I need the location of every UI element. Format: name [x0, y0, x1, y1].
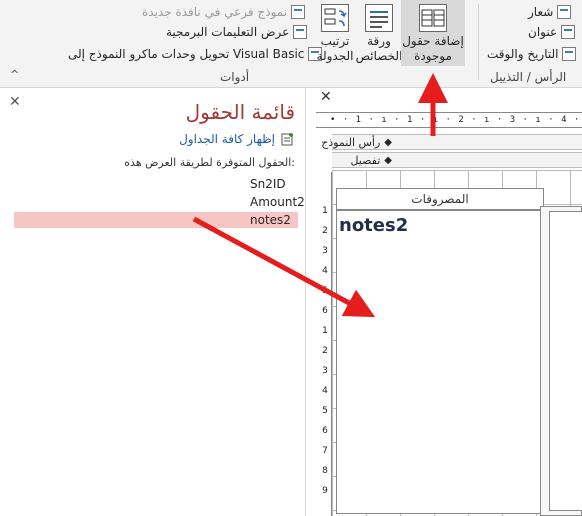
- property-sheet-icon: [365, 4, 393, 32]
- horizontal-ruler: • · 1 · ı · 1 · ı · 2 · ı · 3 · ı · 4 · …: [316, 112, 582, 128]
- detail-section-bar[interactable]: تفصيل ◆: [332, 152, 582, 168]
- add-existing-fields-button[interactable]: إضافة حقول موجودة: [401, 0, 465, 66]
- vertical-ruler-tick: 4: [322, 266, 328, 276]
- view-code-label: عرض التعليمات البرمجية: [166, 25, 290, 39]
- logo-button[interactable]: شعار: [528, 2, 572, 22]
- form-header-section-bar[interactable]: رأس النموذج ◆: [321, 134, 582, 150]
- form-designer: ✕ • · 1 · ı · 1 · ı · 2 · ı · 3 · ı · 4 …: [312, 88, 582, 516]
- subform-control[interactable]: [540, 206, 582, 516]
- tab-order-button[interactable]: ترتيب الجدولة: [312, 0, 358, 66]
- calendar-icon: [562, 47, 577, 61]
- vertical-ruler-tick: 4: [322, 386, 328, 396]
- notes2-textbox-control[interactable]: notes2: [336, 210, 542, 514]
- vertical-ruler: 1 2 3 4 5 6 1 2 3 4 5 6 7 8 9: [316, 172, 332, 516]
- show-all-tables-link[interactable]: إظهار كافة الجداول: [179, 132, 295, 146]
- date-time-button[interactable]: التاريخ والوقت: [487, 44, 577, 64]
- vertical-ruler-tick: 9: [322, 486, 328, 496]
- title-button[interactable]: عنوان: [528, 22, 576, 42]
- subform-new-window-button[interactable]: نموذج فرعي في نافذة جديدة: [142, 2, 306, 22]
- code-icon: [293, 25, 308, 39]
- convert-macros-label: تحويل وحدات ماكرو النموذج إلى Visual Bas…: [68, 47, 305, 61]
- vertical-ruler-tick: 6: [322, 426, 328, 436]
- convert-macros-button[interactable]: تحويل وحدات ماكرو النموذج إلى Visual Bas…: [68, 44, 323, 64]
- subform-icon: [291, 5, 306, 19]
- field-list-pane: ✕ قائمة الحقول إظهار كافة الجداول الحقول…: [0, 88, 306, 516]
- vertical-ruler-tick: 1: [322, 206, 328, 216]
- add-table-icon: [281, 133, 293, 146]
- tab-order-line1: ترتيب: [320, 34, 350, 48]
- header-footer-group-label: الرأس / التذييل: [490, 70, 567, 84]
- add-fields-icon: [419, 4, 447, 32]
- ribbon: نموذج فرعي في نافذة جديدة عرض التعليمات …: [0, 0, 582, 88]
- vertical-ruler-tick: 3: [322, 246, 328, 256]
- add-fields-line2: موجودة: [414, 49, 452, 63]
- property-sheet-button[interactable]: ورقة الخصائص: [355, 0, 403, 66]
- vertical-ruler-tick: 1: [322, 326, 328, 336]
- field-name: Sn2ID: [250, 177, 286, 191]
- logo-label: شعار: [528, 5, 554, 19]
- title-icon: [561, 25, 576, 39]
- notes2-label: notes2: [339, 215, 409, 236]
- collapse-ribbon-icon[interactable]: ^: [10, 68, 19, 81]
- section-arrow-icon: ◆: [384, 154, 392, 166]
- show-all-tables-label: إظهار كافة الجداول: [179, 132, 275, 146]
- tab-order-icon: [321, 4, 349, 32]
- vertical-ruler-tick: 5: [322, 286, 328, 296]
- date-time-label: التاريخ والوقت: [487, 47, 559, 61]
- close-icon[interactable]: ✕: [320, 89, 332, 105]
- view-code-button[interactable]: عرض التعليمات البرمجية: [166, 22, 308, 42]
- vertical-ruler-tick: 8: [322, 466, 328, 476]
- property-sheet-line2: الخصائص: [355, 49, 403, 63]
- expenses-label-control[interactable]: المصروفات: [336, 188, 544, 210]
- section-arrow-icon: ◆: [384, 136, 392, 148]
- property-sheet-line1: ورقة: [367, 34, 391, 48]
- subform-inner-frame: [549, 211, 582, 511]
- field-list-item[interactable]: notes2: [14, 212, 298, 228]
- tab-order-line2: الجدولة: [316, 49, 354, 63]
- field-list-title: قائمة الحقول: [185, 100, 295, 124]
- logo-icon: [557, 5, 572, 19]
- group-separator: [478, 4, 479, 80]
- vertical-ruler-tick: 2: [322, 226, 328, 236]
- vertical-ruler-tick: 7: [322, 446, 328, 456]
- vertical-ruler-tick: 5: [322, 406, 328, 416]
- field-name: Amount2: [250, 195, 305, 209]
- close-icon[interactable]: ✕: [9, 94, 21, 110]
- title-label: عنوان: [528, 25, 558, 39]
- field-name: notes2: [250, 213, 291, 227]
- tools-group-label: أدوات: [220, 70, 250, 84]
- field-list-item[interactable]: Sn2ID: [14, 176, 298, 192]
- vertical-ruler-tick: 3: [322, 366, 328, 376]
- available-fields-label: الحقول المتوفرة لطريقة العرض هذه:: [124, 156, 295, 169]
- form-header-label: رأس النموذج: [321, 135, 381, 149]
- add-fields-line1: إضافة حقول: [402, 34, 464, 48]
- vertical-ruler-tick: 2: [322, 346, 328, 356]
- field-list-item[interactable]: Amount2: [14, 194, 305, 210]
- subform-label: نموذج فرعي في نافذة جديدة: [142, 5, 288, 19]
- vertical-ruler-tick: 6: [322, 306, 328, 316]
- detail-label: تفصيل: [350, 153, 381, 167]
